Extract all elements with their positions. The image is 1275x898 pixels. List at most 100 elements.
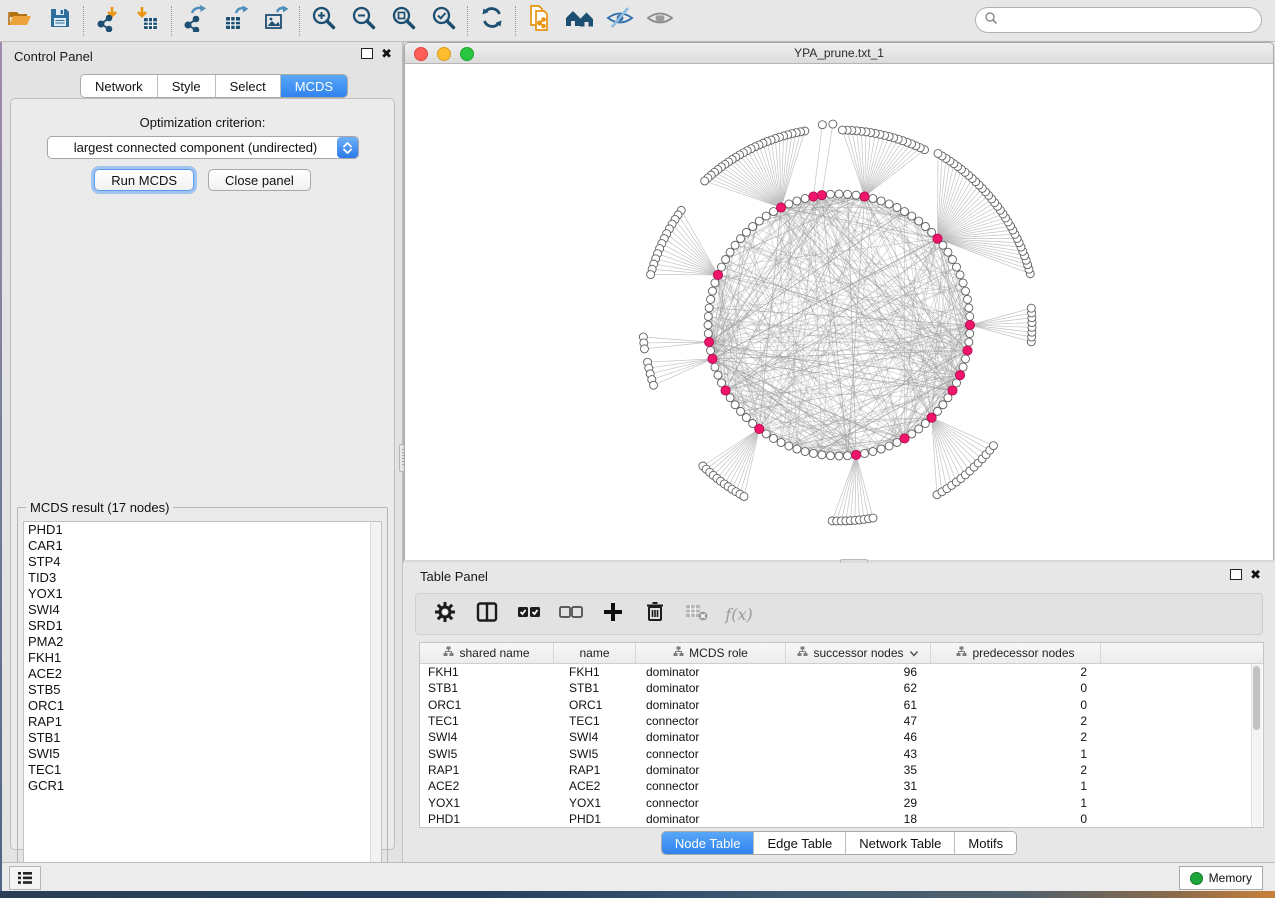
result-node-item[interactable]: STB5 bbox=[24, 682, 381, 698]
column-header-MCDS-role[interactable]: MCDS role bbox=[636, 643, 786, 663]
run-mcds-button[interactable]: Run MCDS bbox=[94, 169, 194, 191]
column-header-shared-name[interactable]: shared name bbox=[420, 643, 554, 663]
zoom-fit-button[interactable] bbox=[384, 4, 424, 38]
result-node-item[interactable]: GCR1 bbox=[24, 778, 381, 794]
export-table-button[interactable] bbox=[216, 4, 256, 38]
memory-button-label: Memory bbox=[1209, 871, 1252, 885]
column-header-successor-nodes[interactable]: successor nodes bbox=[786, 643, 931, 663]
table-scrollbar[interactable] bbox=[1251, 664, 1262, 827]
tab-edge-table[interactable]: Edge Table bbox=[754, 832, 846, 854]
tab-node-table[interactable]: Node Table bbox=[662, 832, 755, 854]
toolbar-separator bbox=[299, 6, 301, 36]
import-network-button[interactable] bbox=[88, 4, 128, 38]
result-node-item[interactable]: SWI4 bbox=[24, 602, 381, 618]
table-cell-shared-name: SWI5 bbox=[420, 747, 554, 761]
table-row[interactable]: ORC1ORC1dominator610 bbox=[420, 697, 1263, 713]
export-image-button[interactable] bbox=[256, 4, 296, 38]
column-header-predecessor-nodes[interactable]: predecessor nodes bbox=[931, 643, 1101, 663]
column-header-label: name bbox=[579, 646, 609, 660]
import-table-button[interactable] bbox=[128, 4, 168, 38]
settings-gear-button[interactable] bbox=[426, 596, 464, 632]
add-row-button[interactable] bbox=[594, 596, 632, 632]
table-panel-title: Table Panel bbox=[420, 569, 488, 584]
tab-network[interactable]: Network bbox=[81, 75, 158, 97]
show-hidden-icon bbox=[645, 4, 675, 37]
deselect-all-button[interactable] bbox=[552, 596, 590, 632]
mcds-result-list[interactable]: PHD1CAR1STP4TID3YOX1SWI4SRD1PMA2FKH1ACE2… bbox=[23, 521, 382, 875]
table-row[interactable]: STB1STB1dominator620 bbox=[420, 680, 1263, 696]
show-all-button[interactable] bbox=[560, 4, 600, 38]
search-input[interactable] bbox=[975, 7, 1262, 33]
table-row[interactable]: PHD1PHD1dominator180 bbox=[420, 811, 1263, 827]
open-folder-button[interactable] bbox=[0, 4, 40, 38]
column-header-label: MCDS role bbox=[689, 646, 748, 660]
table-row[interactable]: FKH1FKH1dominator962 bbox=[420, 664, 1263, 680]
table-cell-shared-name: YOX1 bbox=[420, 796, 554, 810]
select-all-button[interactable] bbox=[510, 596, 548, 632]
toolbar-separator bbox=[171, 6, 173, 36]
memory-status-icon bbox=[1190, 872, 1203, 885]
result-node-item[interactable]: ORC1 bbox=[24, 698, 381, 714]
close-panel-icon[interactable]: ✖ bbox=[381, 48, 392, 59]
status-bar: Memory bbox=[0, 862, 1275, 892]
zoom-out-button[interactable] bbox=[344, 4, 384, 38]
close-table-panel-icon[interactable]: ✖ bbox=[1250, 569, 1261, 580]
select-all-icon bbox=[516, 601, 542, 628]
ui-settings-button[interactable] bbox=[9, 866, 41, 890]
table-row[interactable]: ACE2ACE2connector311 bbox=[420, 778, 1263, 794]
close-panel-button[interactable]: Close panel bbox=[208, 169, 311, 191]
table-cell-MCDS-role: connector bbox=[636, 796, 786, 810]
save-button[interactable] bbox=[40, 4, 80, 38]
network-canvas[interactable] bbox=[405, 64, 1273, 560]
float-panel-icon[interactable] bbox=[361, 48, 373, 59]
tab-style[interactable]: Style bbox=[158, 75, 216, 97]
clone-network-button[interactable] bbox=[520, 4, 560, 38]
tab-motifs[interactable]: Motifs bbox=[955, 832, 1016, 854]
float-table-panel-icon[interactable] bbox=[1230, 569, 1242, 580]
column-header-name[interactable]: name bbox=[554, 643, 636, 663]
zoom-in-icon bbox=[310, 4, 338, 37]
result-node-item[interactable]: PHD1 bbox=[24, 522, 381, 538]
table-row[interactable]: TEC1TEC1connector472 bbox=[420, 713, 1263, 729]
table-row[interactable]: RAP1RAP1dominator352 bbox=[420, 762, 1263, 778]
table-panel-titlebar: Table Panel ✖ bbox=[403, 563, 1275, 589]
table-row[interactable]: SWI5SWI5connector431 bbox=[420, 745, 1263, 761]
refresh-button[interactable] bbox=[472, 4, 512, 38]
result-node-item[interactable]: PMA2 bbox=[24, 634, 381, 650]
table-row[interactable]: YOX1YOX1connector291 bbox=[420, 794, 1263, 810]
split-columns-button[interactable] bbox=[468, 596, 506, 632]
result-node-item[interactable]: YOX1 bbox=[24, 586, 381, 602]
export-network-button[interactable] bbox=[176, 4, 216, 38]
memory-button[interactable]: Memory bbox=[1179, 866, 1263, 890]
result-node-item[interactable]: RAP1 bbox=[24, 714, 381, 730]
show-hidden-button bbox=[640, 4, 680, 38]
zoom-selected-button[interactable] bbox=[424, 4, 464, 38]
result-node-item[interactable]: TEC1 bbox=[24, 762, 381, 778]
tab-network-table[interactable]: Network Table bbox=[846, 832, 955, 854]
optimization-select[interactable]: largest connected component (undirected) bbox=[47, 136, 359, 159]
list-icon bbox=[17, 871, 33, 885]
tab-mcds[interactable]: MCDS bbox=[281, 75, 347, 97]
table-cell-shared-name: FKH1 bbox=[420, 665, 554, 679]
hide-selected-button[interactable] bbox=[600, 4, 640, 38]
result-list-scrollbar[interactable] bbox=[370, 522, 381, 872]
table-cell-name: YOX1 bbox=[554, 796, 636, 810]
table-cell-successor-nodes: 62 bbox=[786, 681, 931, 695]
result-node-item[interactable]: CAR1 bbox=[24, 538, 381, 554]
result-node-item[interactable]: STB1 bbox=[24, 730, 381, 746]
result-node-item[interactable]: STP4 bbox=[24, 554, 381, 570]
table-cell-predecessor-nodes: 1 bbox=[931, 779, 1101, 793]
column-header-label: shared name bbox=[459, 646, 529, 660]
result-node-item[interactable]: ACE2 bbox=[24, 666, 381, 682]
table-scrollbar-thumb[interactable] bbox=[1253, 666, 1260, 730]
tab-select[interactable]: Select bbox=[216, 75, 281, 97]
delete-rows-button[interactable] bbox=[636, 596, 674, 632]
result-node-item[interactable]: FKH1 bbox=[24, 650, 381, 666]
network-window-titlebar[interactable]: YPA_prune.txt_1 bbox=[405, 43, 1273, 64]
result-node-item[interactable]: SWI5 bbox=[24, 746, 381, 762]
result-node-item[interactable]: TID3 bbox=[24, 570, 381, 586]
zoom-in-button[interactable] bbox=[304, 4, 344, 38]
table-row[interactable]: SWI4SWI4dominator462 bbox=[420, 729, 1263, 745]
toolbar-separator bbox=[83, 6, 85, 36]
result-node-item[interactable]: SRD1 bbox=[24, 618, 381, 634]
